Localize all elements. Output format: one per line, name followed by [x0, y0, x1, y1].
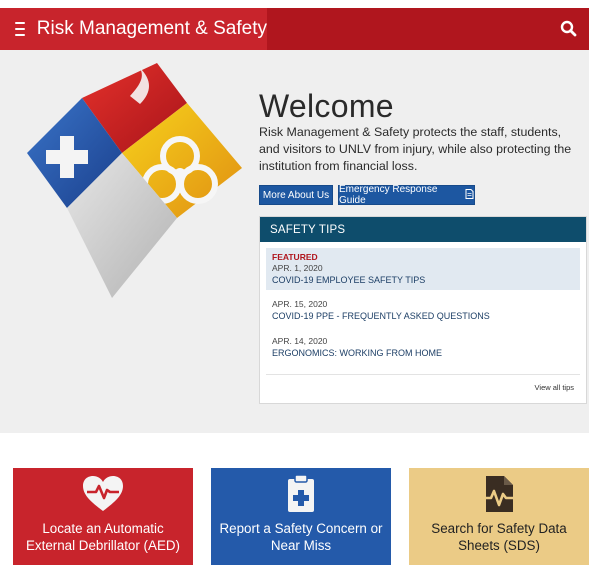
locate-aed-label: Locate an Automatic External Debrillator… [25, 521, 181, 553]
site-title[interactable]: Risk Management & Safety [37, 18, 267, 40]
intro-text: Risk Management & Safety protects the st… [259, 125, 572, 173]
more-about-us-button[interactable]: More About Us [259, 185, 333, 205]
tip-title[interactable]: COVID-19 EMPLOYEE SAFETY TIPS [272, 274, 574, 286]
search-icon[interactable] [559, 19, 579, 39]
search-sds-card[interactable]: Search for Safety Data Sheets (SDS) [409, 468, 589, 565]
welcome-heading: Welcome [259, 88, 394, 124]
tip-title[interactable]: COVID-19 PPE - FREQUENTLY ASKED QUESTION… [272, 310, 574, 322]
hamburger-icon[interactable] [15, 22, 25, 36]
tip-item-featured[interactable]: FEATURED APR. 1, 2020 COVID-19 EMPLOYEE … [266, 248, 580, 290]
emergency-response-guide-label: Emergency Response Guide [339, 184, 438, 206]
tips-divider [266, 374, 580, 375]
site-brand[interactable]: Risk Management & Safety [0, 8, 267, 50]
hero-section: Welcome Risk Management & Safety protect… [0, 50, 589, 433]
file-waveform-icon [480, 474, 518, 519]
tip-date: APR. 1, 2020 [272, 263, 323, 273]
locate-aed-card[interactable]: Locate an Automatic External Debrillator… [13, 468, 193, 565]
search-sds-label: Search for Safety Data Sheets (SDS) [431, 521, 567, 553]
clipboard-medical-icon [286, 474, 316, 519]
rms-logo-icon [27, 63, 242, 298]
pdf-file-icon [465, 188, 474, 202]
emergency-response-guide-button[interactable]: Emergency Response Guide [338, 184, 475, 206]
featured-badge: FEATURED [272, 252, 318, 262]
more-about-us-label: More About Us [262, 189, 330, 201]
safety-tips-heading: SAFETY TIPS [260, 217, 586, 242]
safety-tips-panel: SAFETY TIPS FEATURED APR. 1, 2020 COVID-… [259, 216, 587, 404]
tip-title[interactable]: ERGONOMICS: WORKING FROM HOME [272, 347, 574, 359]
tip-item[interactable]: APR. 15, 2020 COVID-19 PPE - FREQUENTLY … [266, 295, 580, 326]
report-safety-concern-card[interactable]: Report a Safety Concern or Near Miss [211, 468, 391, 565]
top-bar: Risk Management & Safety [0, 8, 589, 50]
tip-date: APR. 15, 2020 [272, 299, 328, 309]
view-all-tips-link[interactable]: View all tips [535, 383, 574, 392]
tip-date: APR. 14, 2020 [272, 336, 328, 346]
tip-item[interactable]: APR. 14, 2020 ERGONOMICS: WORKING FROM H… [266, 332, 580, 363]
report-safety-concern-label: Report a Safety Concern or Near Miss [219, 521, 383, 553]
heartbeat-icon [81, 474, 125, 519]
